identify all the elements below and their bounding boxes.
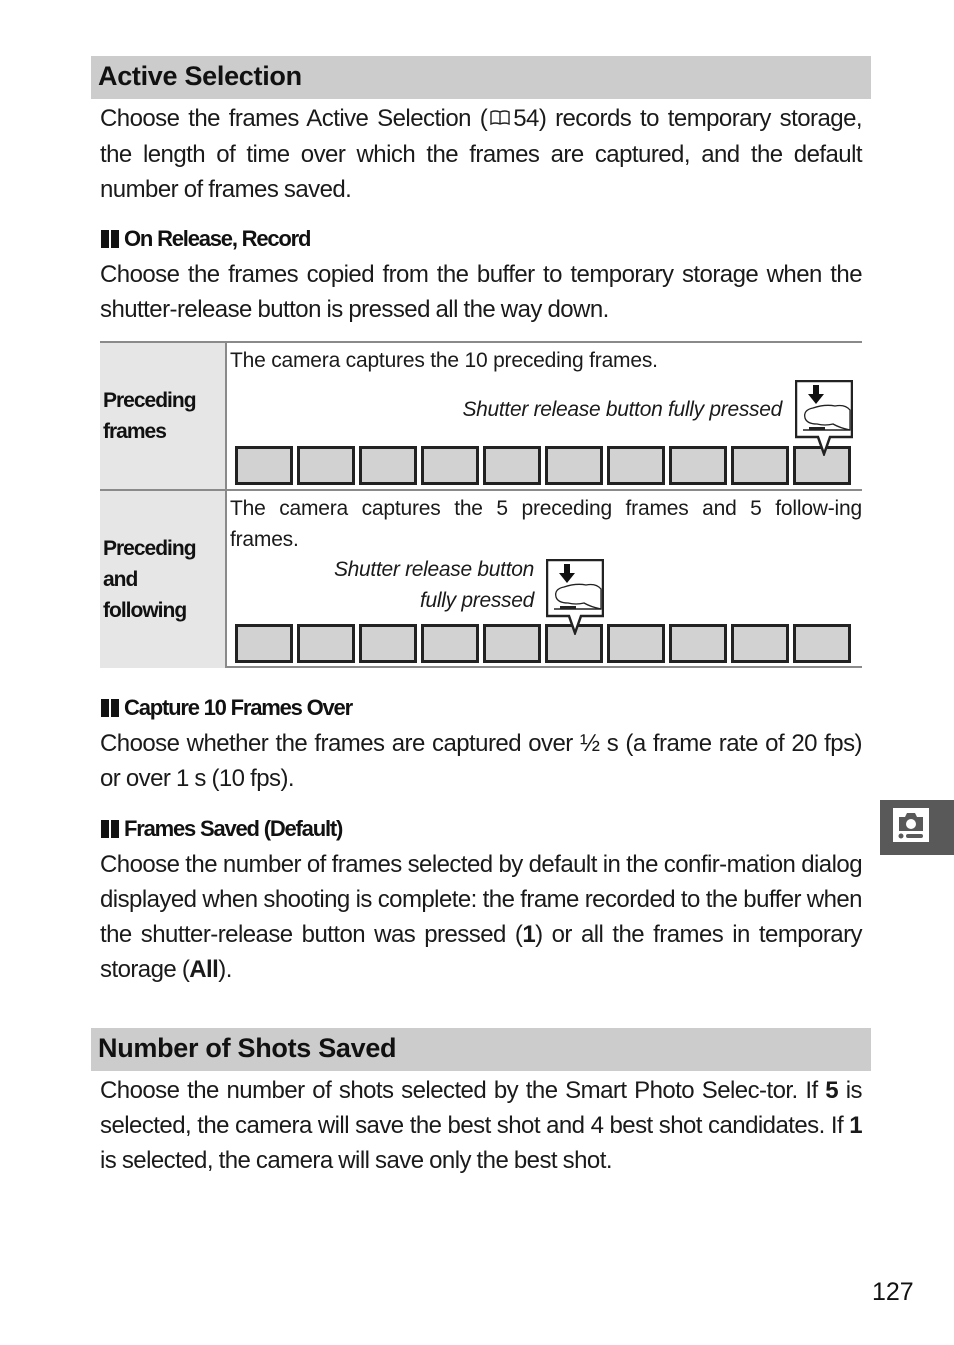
section-header-active-selection: Active Selection xyxy=(91,56,871,99)
section-title: Number of Shots Saved xyxy=(98,1033,397,1063)
row-description: The camera captures the 5 preceding fram… xyxy=(230,497,862,551)
frame xyxy=(731,624,789,663)
value-1: 1 xyxy=(522,921,536,948)
chapter-tab[interactable] xyxy=(880,800,954,855)
frame xyxy=(297,624,355,663)
on-release-options-table: Preceding frames The camera captures the… xyxy=(100,341,862,668)
number-of-shots-body: Choose the number of shots selected by t… xyxy=(100,1077,863,1174)
subheading-capture-over: Capture 10 Frames Over xyxy=(101,695,353,721)
frame-strip xyxy=(235,446,851,485)
table-row-preceding-and-following: Preceding and following The camera captu… xyxy=(100,491,862,668)
frame-strip xyxy=(235,624,851,663)
shutter-press-icon xyxy=(545,558,605,637)
frame xyxy=(731,446,789,485)
active-selection-intro: Choose the frames Active Selection (54) … xyxy=(100,101,863,207)
subheading-on-release: On Release, Record xyxy=(101,226,311,252)
book-reference-icon xyxy=(489,102,511,137)
value-5: 5 xyxy=(825,1077,839,1104)
frame xyxy=(297,446,355,485)
frame xyxy=(793,624,851,663)
frame xyxy=(359,446,417,485)
capture-over-body: Choose whether the frames are captured o… xyxy=(100,730,863,792)
frames-saved-body: Choose the number of frames selected by … xyxy=(100,851,863,983)
value-1: 1 xyxy=(849,1112,862,1139)
shutter-press-icon xyxy=(794,379,854,458)
heading-marker-icon xyxy=(101,699,119,717)
frame xyxy=(483,446,541,485)
section-header-number-of-shots: Number of Shots Saved xyxy=(91,1028,871,1071)
row-label: Preceding frames xyxy=(100,343,227,489)
frame xyxy=(607,624,665,663)
frame xyxy=(235,624,293,663)
on-release-body: Choose the frames copied from the buffer… xyxy=(100,261,863,323)
reference-page: 54 xyxy=(513,105,539,132)
page-number: 127 xyxy=(872,1278,914,1306)
shutter-caption: Shutter release button fully pressed xyxy=(462,398,782,421)
heading-marker-icon xyxy=(101,820,119,838)
frame xyxy=(359,624,417,663)
value-all: All xyxy=(189,956,219,983)
frame xyxy=(235,446,293,485)
row-label: Preceding and following xyxy=(100,491,227,668)
heading-marker-icon xyxy=(101,230,119,248)
frame xyxy=(421,446,479,485)
section-title: Active Selection xyxy=(98,61,302,91)
subheading-frames-saved: Frames Saved (Default) xyxy=(101,816,343,842)
frame xyxy=(483,624,541,663)
frame xyxy=(607,446,665,485)
shutter-caption: Shutter release button fully pressed xyxy=(333,558,534,612)
table-row-preceding-frames: Preceding frames The camera captures the… xyxy=(100,343,862,491)
row-description: The camera captures the 10 preceding fra… xyxy=(230,349,658,372)
frame xyxy=(421,624,479,663)
frame xyxy=(669,624,727,663)
frame xyxy=(545,446,603,485)
frame xyxy=(669,446,727,485)
camera-shooting-menu-icon xyxy=(892,807,930,848)
